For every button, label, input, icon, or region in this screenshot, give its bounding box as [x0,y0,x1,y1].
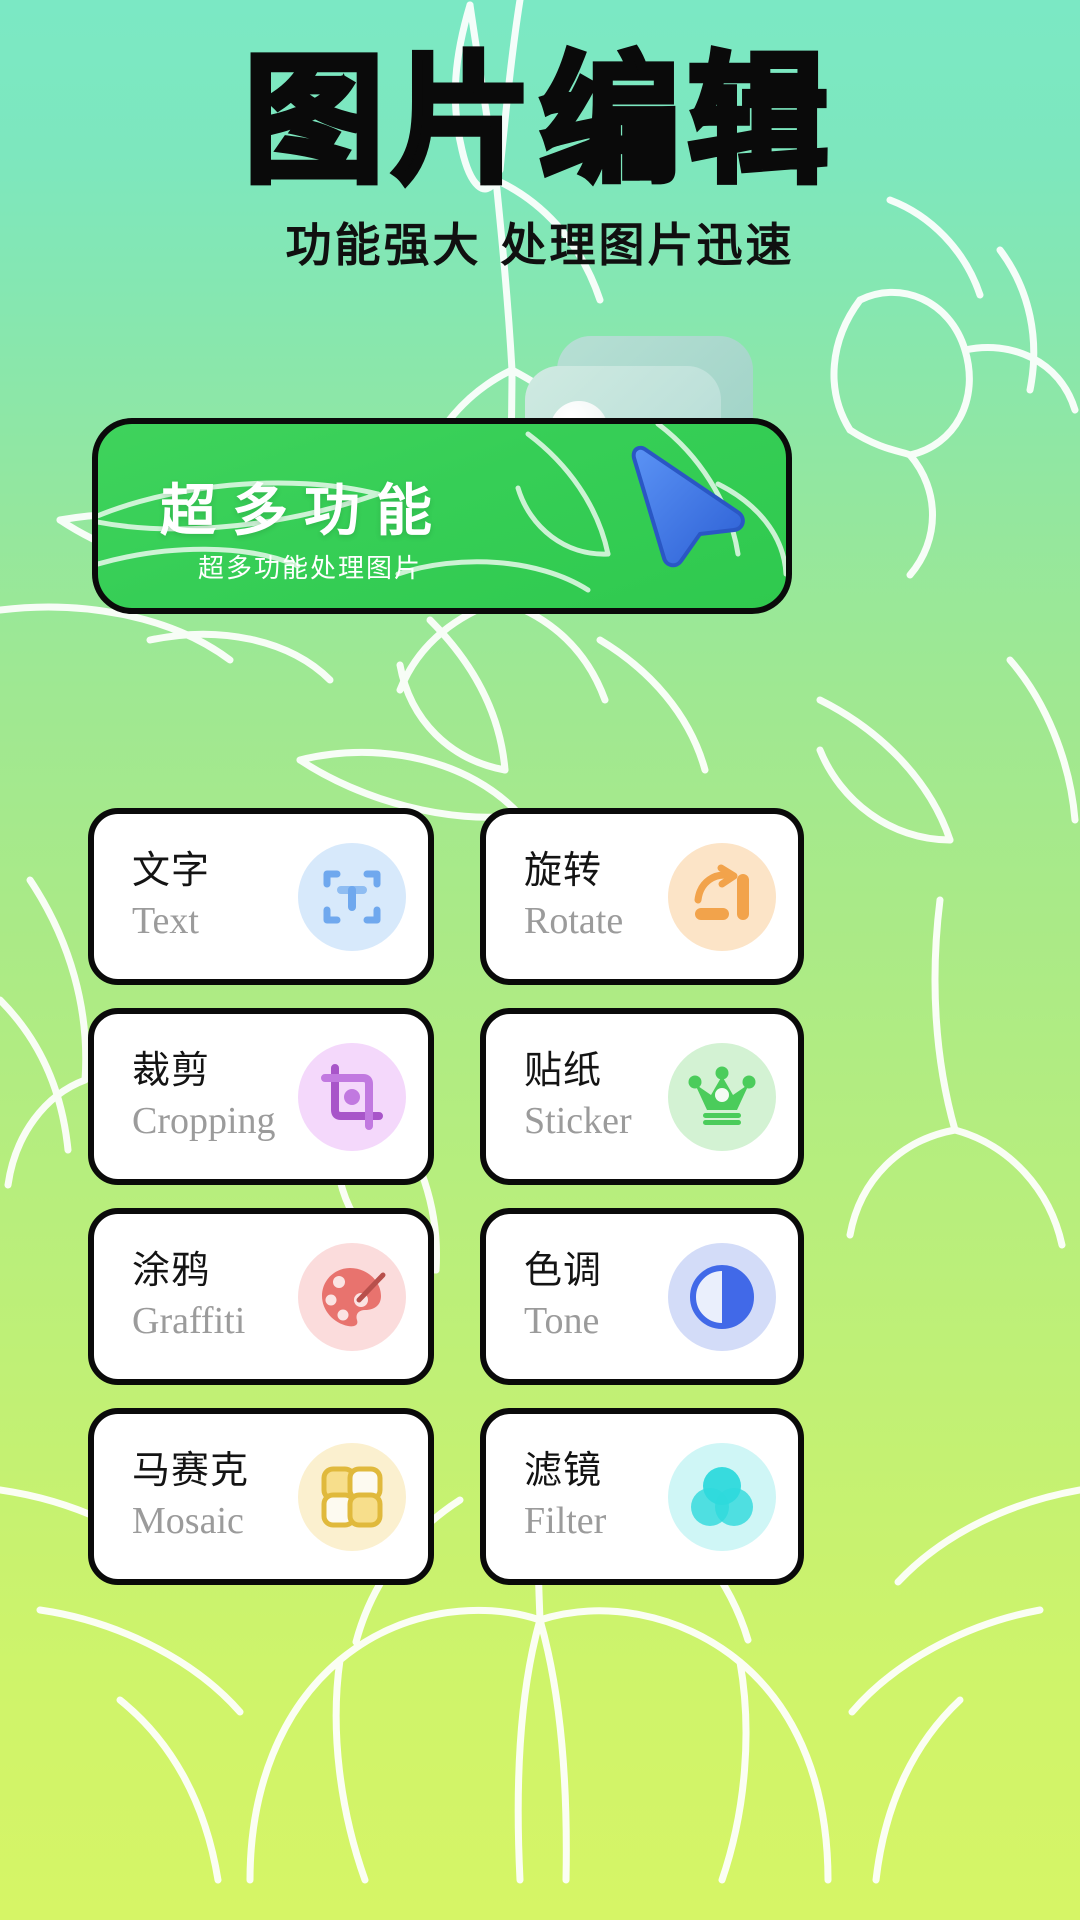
card-label-en: Tone [524,1299,600,1342]
card-label-en: Cropping [132,1099,276,1142]
card-label-en: Filter [524,1499,607,1542]
feature-card-cropping[interactable]: 裁剪 Cropping [88,1008,434,1185]
feature-card-tone[interactable]: 色调 Tone [480,1208,804,1385]
mouse-pointer-icon [631,445,745,568]
card-label-en: Mosaic [132,1499,244,1542]
card-label-cn: 马赛克 [132,1447,250,1492]
poster-header: 图片编辑 功能强大 处理图片迅速 [0,0,1080,272]
feature-card-filter[interactable]: 滤镜 Filter [480,1408,804,1585]
crop-frame-icon [298,1042,406,1151]
card-label-en: Rotate [524,899,624,942]
feature-card-text[interactable]: 文字 Text [88,808,434,985]
feature-card-rotate[interactable]: 旋转 Rotate [480,808,804,985]
card-labels: 贴纸 Sticker [524,1048,632,1145]
feature-grid: 文字 Text 旋转 Rotate 裁剪 Cropping 贴纸 Sticker… [88,808,1000,1585]
palette-brush-icon [298,1242,406,1351]
card-label-cn: 滤镜 [524,1447,603,1492]
card-label-en: Sticker [524,1099,632,1142]
card-labels: 裁剪 Cropping [132,1048,276,1145]
card-label-cn: 文字 [132,847,211,892]
feature-card-mosaic[interactable]: 马赛克 Mosaic [88,1408,434,1585]
card-labels: 文字 Text [132,848,210,945]
banner-caption: 超多功能处理图片 [198,554,423,584]
rotate-arrow-icon [668,842,776,951]
card-label-cn: 旋转 [524,847,603,892]
feature-card-graffiti[interactable]: 涂鸦 Graffiti [88,1208,434,1385]
card-label-cn: 色调 [524,1247,603,1292]
card-labels: 色调 Tone [524,1248,602,1345]
contrast-circle-icon [668,1242,776,1351]
app-poster: 图片编辑 功能强大 处理图片迅速 超多功能 超多功能处理图片 文字 Text 旋… [0,0,1080,1920]
card-labels: 马赛克 Mosaic [132,1448,249,1545]
page-subtitle: 功能强大 处理图片迅速 [285,218,795,272]
card-labels: 旋转 Rotate [524,848,623,945]
card-label-cn: 贴纸 [524,1047,603,1092]
feature-card-sticker[interactable]: 贴纸 Sticker [480,1008,804,1185]
card-labels: 滤镜 Filter [524,1448,606,1545]
crown-icon [668,1042,776,1151]
card-label-en: Graffiti [132,1299,246,1342]
card-labels: 涂鸦 Graffiti [132,1248,245,1345]
mosaic-tiles-icon [298,1442,406,1551]
card-label-en: Text [132,899,199,942]
card-label-cn: 裁剪 [132,1047,211,1092]
text-frame-icon [298,842,406,951]
filter-circles-icon [668,1442,776,1551]
page-title: 图片编辑 [241,40,836,203]
banner-headline: 超多功能 [160,479,448,544]
card-label-cn: 涂鸦 [132,1247,211,1292]
